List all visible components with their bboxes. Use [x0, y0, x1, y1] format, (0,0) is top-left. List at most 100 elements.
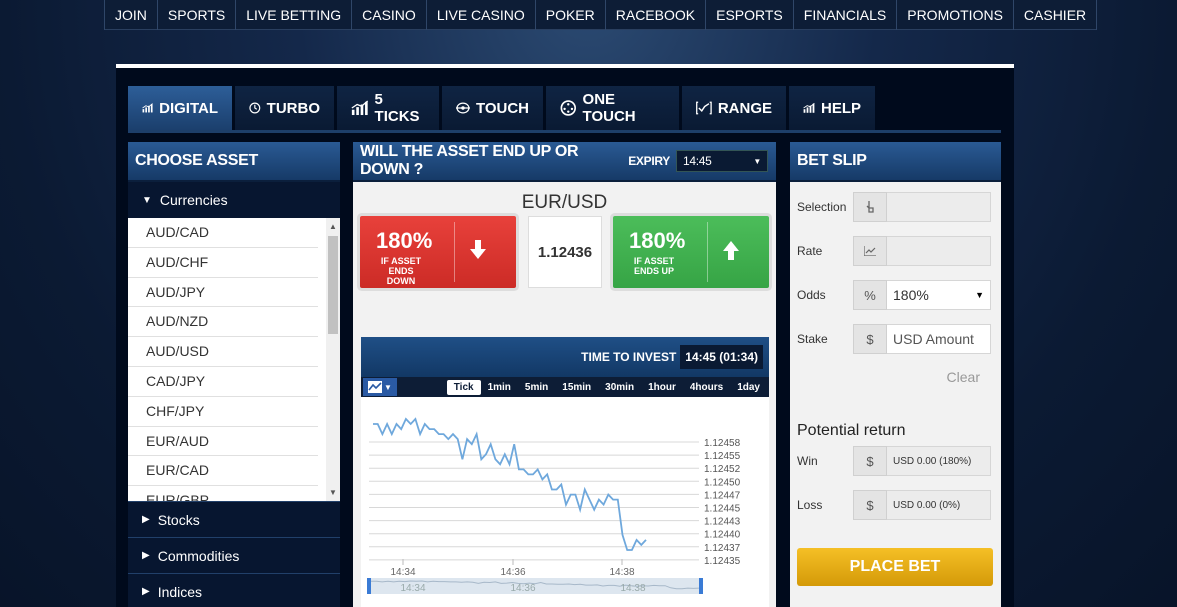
- arrow-up-icon: [723, 241, 739, 260]
- nav-racebook[interactable]: RACEBOOK: [604, 0, 705, 30]
- win-row: Win $ USD 0.00 (180%): [797, 446, 993, 476]
- trading-frame: DIGITAL TURBO 5 TICKS TOUCH ONE TOUCH RA…: [116, 64, 1014, 607]
- expiry-select[interactable]: 14:45 ▼: [676, 150, 768, 172]
- arrow-down-icon: [470, 240, 486, 259]
- range-4hours[interactable]: 4hours: [683, 380, 730, 395]
- asset-item[interactable]: AUD/CAD: [128, 218, 318, 248]
- range-1day[interactable]: 1day: [730, 380, 767, 395]
- down-button[interactable]: 180% IF ASSET ENDS DOWN: [360, 216, 516, 288]
- clock-icon: [249, 102, 261, 114]
- y-tick-label: 1.12452: [704, 464, 741, 475]
- navigator-tick-label: 14:34: [400, 583, 425, 594]
- asset-item[interactable]: EUR/CAD: [128, 456, 318, 487]
- scroll-up-arrow[interactable]: ▲: [326, 222, 340, 231]
- caret-down-icon: ▼: [975, 290, 984, 300]
- asset-item[interactable]: AUD/JPY: [128, 278, 318, 308]
- scroll-down-arrow[interactable]: ▼: [326, 488, 340, 497]
- stake-input[interactable]: USD Amount: [887, 324, 991, 354]
- odds-select[interactable]: 180% ▼: [887, 280, 991, 310]
- chart-type-button[interactable]: ▼: [363, 378, 397, 396]
- asset-item[interactable]: EUR/GBP: [128, 486, 318, 501]
- nav-esports[interactable]: ESPORTS: [705, 0, 793, 30]
- nav-promotions[interactable]: PROMOTIONS: [896, 0, 1013, 30]
- tab-touch[interactable]: TOUCH: [442, 86, 543, 130]
- range-1min[interactable]: 1min: [481, 380, 518, 395]
- tab-turbo[interactable]: TURBO: [235, 86, 334, 130]
- tab-label: HELP: [820, 99, 861, 117]
- nav-live-casino[interactable]: LIVE CASINO: [425, 0, 535, 30]
- up-caption-line2: ENDS UP: [633, 266, 674, 276]
- asset-item[interactable]: AUD/CHF: [128, 248, 318, 278]
- down-caption-line1: IF ASSET: [380, 256, 422, 266]
- category-indices[interactable]: ▶ Indices: [128, 573, 340, 607]
- place-bet-button[interactable]: PLACE BET: [797, 548, 993, 586]
- nav-join[interactable]: JOIN: [104, 0, 157, 30]
- win-value: USD 0.00 (180%): [887, 446, 991, 476]
- range-30min[interactable]: 30min: [598, 380, 641, 395]
- choose-asset-title: CHOOSE ASSET: [128, 142, 340, 182]
- stake-row: Stake $ USD Amount: [797, 324, 993, 354]
- tab-5-ticks[interactable]: 5 TICKS: [337, 86, 439, 130]
- asset-item[interactable]: AUD/USD: [128, 337, 318, 367]
- category-currencies[interactable]: ▼ Currencies: [128, 182, 340, 218]
- range-1hour[interactable]: 1hour: [641, 380, 683, 395]
- tab-one-touch[interactable]: ONE TOUCH: [546, 86, 679, 130]
- time-to-invest-value: 14:45 (01:34): [680, 345, 763, 369]
- time-to-invest-label: TIME TO INVEST: [581, 350, 677, 364]
- top-navigation: JOIN SPORTS LIVE BETTING CASINO LIVE CAS…: [104, 0, 1098, 30]
- range-5min[interactable]: 5min: [518, 380, 555, 395]
- up-payout: 180%: [629, 228, 686, 253]
- nav-financials[interactable]: FINANCIALS: [792, 0, 896, 30]
- expiry-control: EXPIRY 14:45 ▼: [628, 150, 768, 172]
- tab-label: TURBO: [266, 99, 320, 117]
- potential-return-title: Potential return: [797, 422, 906, 439]
- button-divider: [454, 222, 455, 282]
- y-tick-label: 1.12435: [704, 556, 741, 567]
- odds-row: Odds % 180% ▼: [797, 280, 993, 310]
- bet-slip-panel: BET SLIP Selection Rate Odds % 180% ▼ St…: [790, 142, 1001, 607]
- choose-asset-panel: CHOOSE ASSET ▼ Currencies AUD/CAD AUD/CH…: [128, 142, 340, 607]
- y-tick-label: 1.12440: [704, 530, 741, 541]
- navigator-handle-right: [699, 578, 703, 594]
- tab-help[interactable]: HELP: [789, 86, 875, 130]
- down-caption-line2: ENDS DOWN: [386, 266, 416, 286]
- nav-casino[interactable]: CASINO: [351, 0, 426, 30]
- asset-item[interactable]: CAD/JPY: [128, 367, 318, 397]
- range-15min[interactable]: 15min: [555, 380, 598, 395]
- nav-poker[interactable]: POKER: [534, 0, 605, 30]
- price-series-line: [373, 417, 647, 551]
- asset-item[interactable]: EUR/AUD: [128, 427, 318, 457]
- y-tick-label: 1.12443: [704, 517, 741, 528]
- tab-range[interactable]: RANGE: [682, 86, 786, 130]
- bar-chart-icon: [351, 100, 369, 116]
- up-caption: IF ASSET ENDS UP: [629, 256, 679, 276]
- caret-down-icon: ▼: [384, 382, 392, 392]
- y-tick-label: 1.12437: [704, 543, 741, 554]
- y-tick-label: 1.12458: [704, 438, 741, 449]
- nav-live-betting[interactable]: LIVE BETTING: [235, 0, 351, 30]
- asset-list-scrollbar[interactable]: ▲ ▼: [326, 218, 340, 501]
- loss-unit: $: [853, 490, 887, 520]
- chart-toolbar: ▼ Tick 1min 5min 15min 30min 1hour 4hours 1day: [361, 377, 769, 397]
- button-divider: [707, 222, 708, 282]
- navigator-handle-left: [367, 578, 371, 594]
- tab-label: RANGE: [717, 99, 772, 117]
- scroll-thumb[interactable]: [328, 236, 338, 334]
- range-tick[interactable]: Tick: [446, 379, 481, 395]
- loss-label: Loss: [797, 498, 823, 512]
- tab-label: DIGITAL: [159, 99, 218, 117]
- up-button[interactable]: 180% IF ASSET ENDS UP: [613, 216, 769, 288]
- navigator-tick-label: 14:38: [620, 583, 645, 594]
- category-commodities[interactable]: ▶ Commodities: [128, 537, 340, 573]
- tab-underline: [128, 130, 1001, 133]
- caret-right-icon: ▶: [142, 586, 150, 597]
- nav-cashier[interactable]: CASHIER: [1012, 0, 1098, 30]
- asset-item[interactable]: CHF/JPY: [128, 397, 318, 427]
- nav-sports[interactable]: SPORTS: [156, 0, 235, 30]
- category-stocks[interactable]: ▶ Stocks: [128, 501, 340, 537]
- tab-digital[interactable]: DIGITAL: [128, 86, 232, 130]
- tab-label: TOUCH: [475, 99, 529, 117]
- pointer-icon: [853, 192, 887, 222]
- asset-item[interactable]: AUD/NZD: [128, 307, 318, 338]
- clear-link[interactable]: Clear: [947, 369, 980, 385]
